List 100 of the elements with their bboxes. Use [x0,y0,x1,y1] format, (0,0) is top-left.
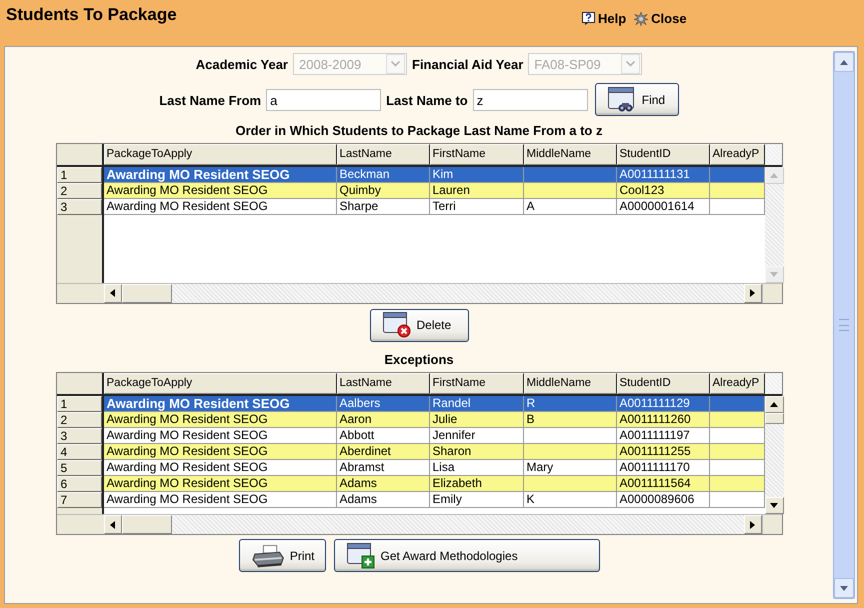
delete-button[interactable]: Delete [370,308,468,342]
table-cell: Cool123 [616,182,710,198]
table-cell: A0011111260 [616,412,710,428]
row-number: 6 [56,476,102,492]
right-arrow-icon [749,288,756,298]
gear-icon [634,12,648,26]
vertical-scrollbar[interactable] [764,396,784,514]
column-header[interactable]: FirstName [430,373,524,394]
right-arrow-icon [749,520,756,530]
table-cell: Awarding MO Resident SEOG [104,198,336,214]
down-arrow-icon [769,270,779,278]
table-cell: Aberdinet [336,444,430,460]
table-cell: Sharon [430,444,524,460]
scroll-left-button[interactable] [104,284,122,302]
column-header[interactable]: StudentID [616,373,710,394]
vertical-scrollbar[interactable] [764,166,784,282]
scroll-up-button[interactable] [764,396,784,413]
table-cell: Elizabeth [430,476,524,492]
table-row[interactable]: Awarding MO Resident SEOG Sharpe Terri A A0000001614 [104,198,764,214]
horizontal-scrollbar[interactable] [56,282,782,302]
help-link[interactable]: Help [582,11,626,26]
window-title: Students To Package [6,5,177,25]
table-cell: Julie [430,412,524,428]
table-cell: A0011111255 [616,444,710,460]
row-number: 1 [56,396,102,412]
up-arrow-icon [769,172,779,178]
row-number: 7 [56,492,102,508]
field-label: Financial Aid Year [412,56,524,72]
get-methodologies-button[interactable]: Get Award Methodologies [334,539,600,572]
column-header[interactable]: MiddleName [524,144,616,164]
column-header[interactable]: StudentID [616,144,710,164]
scroll-thumb[interactable] [122,515,172,534]
column-header[interactable]: PackageToApply [104,373,336,394]
window-delete-icon [382,312,410,338]
table-cell: Terri [430,198,524,214]
table-cell: Awarding MO Resident SEOG [104,412,336,428]
table-cell: Awarding MO Resident SEOG [104,492,336,508]
table-cell: Sharpe [336,198,430,214]
left-arrow-icon [109,520,116,530]
dropdown: FA08-SP09 [528,53,642,75]
table-cell: Adams [336,476,430,492]
dropdown: 2008-2009 [293,53,407,75]
table-cell: Adams [336,492,430,508]
close-link[interactable]: Close [634,11,687,26]
find-button[interactable]: Find [594,83,679,116]
field-label: Academic Year [196,56,288,72]
table-row[interactable]: Awarding MO Resident SEOG Adams Elizabeth A0011111564 [104,476,764,492]
column-header[interactable]: AlreadyP [710,373,764,394]
scroll-thumb[interactable] [122,284,172,302]
table-cell: Awarding MO Resident SEOG [104,444,336,460]
field-label: Last Name to [386,92,468,108]
field-label: Last Name From [159,92,262,108]
caret-icon [391,61,400,67]
header-filler [764,144,782,164]
table-cell: Quimby [336,182,430,198]
table-row[interactable]: Awarding MO Resident SEOG Aalbers Randel R A0011111129 [104,396,764,412]
down-arrow-icon [839,584,849,592]
column-header[interactable]: LastName [336,144,430,164]
table-cell: K [524,492,616,508]
column-header[interactable]: FirstName [430,144,524,164]
header-filler [764,373,782,394]
row-number: 4 [56,444,102,460]
table-row[interactable]: Awarding MO Resident SEOG Beckman Kim A0011111131 [104,166,764,182]
table-cell: A [524,198,616,214]
table-cell: A0000089606 [616,492,710,508]
column-header[interactable]: MiddleName [524,373,616,394]
scroll-right-button[interactable] [744,284,762,302]
scroll-down-button[interactable] [764,497,784,514]
table-row[interactable]: Awarding MO Resident SEOG Quimby Lauren Cool123 [104,182,764,198]
table-caption: Exceptions [384,352,454,367]
table-row[interactable]: Awarding MO Resident SEOG Aaron Julie B A0011111260 [104,412,764,428]
column-header[interactable]: LastName [336,373,430,394]
row-number: 3 [56,198,102,214]
column-header[interactable]: AlreadyP [710,144,764,164]
scroll-right-button[interactable] [744,515,762,534]
table-row[interactable]: Awarding MO Resident SEOG Aberdinet Sharon A0011111255 [104,444,764,460]
input-field[interactable]: z [472,89,588,112]
window-add-icon [346,542,374,568]
printer-icon [252,544,284,568]
column-header[interactable]: PackageToApply [104,144,336,164]
row-number: 2 [56,182,102,198]
row-number: 1 [56,166,102,182]
row-number: 5 [56,460,102,476]
binoculars-window-icon [608,86,636,112]
scroll-thumb[interactable] [764,413,784,424]
horizontal-scrollbar[interactable] [56,514,782,534]
table-caption: Order in Which Students to Package Last Name From a to z [236,122,602,138]
up-arrow-icon [839,58,849,66]
table-cell: A0000001614 [616,198,710,214]
input-field[interactable]: a [266,89,382,112]
scroll-left-button[interactable] [104,515,122,534]
help-icon [582,12,595,25]
down-arrow-icon [769,502,779,509]
left-arrow-icon [109,288,116,298]
table-row[interactable]: Awarding MO Resident SEOG Adams Emily K A0000089606 [104,492,764,508]
table-cell: Lauren [430,182,524,198]
vertical-scrollbar[interactable] [833,51,855,599]
print-button[interactable]: Print [238,539,326,572]
table-cell: Awarding MO Resident SEOG [104,182,336,198]
up-arrow-icon [769,401,779,408]
